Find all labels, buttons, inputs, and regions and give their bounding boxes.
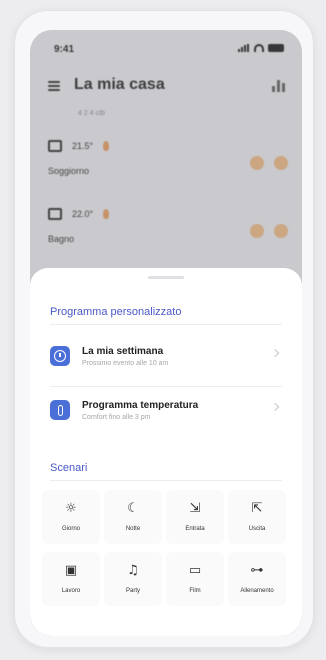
dumbbell-icon: ⊶: [250, 563, 264, 578]
scene-tile[interactable]: ☼ Giorno: [42, 490, 100, 544]
scene-label: Party: [125, 588, 140, 594]
scene-label: Entrata: [185, 526, 205, 532]
program-title: La mia settimana: [82, 346, 164, 357]
party-icon: ♫: [127, 563, 139, 578]
program-subtitle: Prossimo evento alle 10 am: [82, 360, 169, 367]
scene-tile[interactable]: ⊶ Allenamento: [228, 552, 286, 606]
scene-label: Film: [189, 588, 201, 594]
scene-tile[interactable]: ▭ Film: [166, 552, 224, 606]
scene-tile[interactable]: ⇱ Uscita: [228, 490, 286, 544]
phone-screen: 9:41 La mia casa 4 2 4 ctb 21.5° Soggior…: [30, 30, 302, 636]
scene-tile[interactable]: ♫ Party: [104, 552, 162, 606]
scene-tile[interactable]: ⇲ Entrata: [166, 490, 224, 544]
divider: [50, 480, 282, 481]
scene-label: Giorno: [61, 526, 80, 532]
thermometer-icon: [50, 400, 70, 420]
tv-icon: ▭: [188, 563, 202, 578]
divider: [50, 324, 282, 325]
moon-icon: ☾: [127, 501, 139, 516]
chevron-right-icon: [270, 348, 280, 358]
clock-icon: [50, 346, 70, 366]
sun-icon: ☼: [65, 501, 77, 516]
program-section-title: Programma personalizzato: [50, 306, 182, 318]
program-item-weekly[interactable]: La mia settimana Prossimo evento alle 10…: [50, 340, 282, 380]
scene-label: Notte: [125, 526, 141, 532]
program-subtitle: Comfort fino alle 3 pm: [82, 414, 151, 421]
scenes-section-title: Scenari: [50, 462, 88, 474]
scene-tile[interactable]: ▣ Lavoro: [42, 552, 100, 606]
bottom-sheet: Programma personalizzato La mia settiman…: [30, 268, 302, 636]
scene-label: Uscita: [248, 526, 266, 532]
program-title: Programma temperatura: [82, 400, 199, 411]
divider: [50, 386, 282, 387]
chevron-right-icon: [270, 402, 280, 412]
scene-tile[interactable]: ☾ Notte: [104, 490, 162, 544]
scene-label: Allenamento: [240, 588, 274, 594]
sheet-grabber[interactable]: [148, 276, 184, 279]
briefcase-icon: ▣: [64, 563, 78, 578]
scene-label: Lavoro: [61, 588, 81, 594]
entrance-icon: ⇲: [189, 501, 201, 516]
exit-icon: ⇱: [251, 501, 263, 516]
program-item-temperature[interactable]: Programma temperatura Comfort fino alle …: [50, 394, 282, 434]
